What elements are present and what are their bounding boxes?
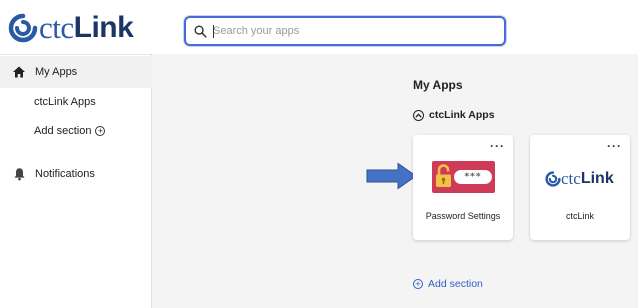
sidebar-item-ctclink-apps[interactable]: ctcLink Apps	[0, 86, 152, 118]
app-card-password-settings[interactable]: ··· *** Password Settings	[413, 135, 513, 240]
ctclink-app-logo: ctc Link	[545, 169, 614, 189]
masked-password-text: ***	[454, 170, 492, 184]
home-icon	[12, 65, 26, 79]
sidebar: My Apps ctcLink Apps Add section + Notif…	[0, 54, 152, 308]
app-card-label: ctcLink	[565, 211, 594, 221]
search-box[interactable]	[184, 16, 506, 46]
add-section-button[interactable]: + Add section	[413, 278, 483, 290]
sidebar-item-label: ctcLink Apps	[34, 96, 96, 108]
chevron-up-icon	[413, 109, 424, 121]
logo-swirl-icon	[8, 13, 38, 43]
sidebar-item-my-apps[interactable]: My Apps	[0, 56, 152, 88]
search-input[interactable]	[213, 25, 483, 37]
logo-text-link: Link	[580, 170, 614, 187]
plus-circle-icon: +	[413, 279, 423, 289]
section-header-ctclink-apps[interactable]: ctcLink Apps	[413, 109, 495, 121]
sidebar-item-label: My Apps	[35, 66, 78, 78]
bell-icon	[12, 167, 26, 181]
sidebar-item-label: Notifications	[35, 168, 95, 180]
more-options-icon[interactable]: ···	[607, 140, 622, 152]
sidebar-item-add-section[interactable]: Add section +	[0, 115, 152, 147]
plus-circle-icon: +	[95, 126, 106, 136]
app-card-label: Password Settings	[425, 211, 501, 221]
password-settings-icon: ***	[432, 161, 495, 193]
section-title: ctcLink Apps	[429, 109, 495, 121]
ctclink-logo[interactable]: ctc Link	[8, 10, 134, 46]
top-bar: ctc Link	[0, 0, 638, 54]
logo-swirl-icon	[545, 171, 561, 187]
page-title: My Apps	[413, 78, 463, 92]
add-section-label: Add section	[428, 278, 483, 290]
more-options-icon[interactable]: ···	[490, 140, 505, 152]
sidebar-item-label: Add section	[34, 125, 92, 137]
search-icon	[194, 25, 207, 38]
sidebar-item-notifications[interactable]: Notifications	[0, 158, 152, 190]
padlock-icon	[436, 164, 451, 187]
logo-text-link: Link	[73, 11, 134, 44]
app-card-ctclink[interactable]: ··· ctc Link ctcLink	[530, 135, 630, 240]
logo-text-ctc: ctc	[561, 169, 581, 188]
arrow-annotation	[366, 162, 417, 190]
text-caret	[213, 25, 214, 38]
logo-text-ctc: ctc	[39, 10, 74, 45]
